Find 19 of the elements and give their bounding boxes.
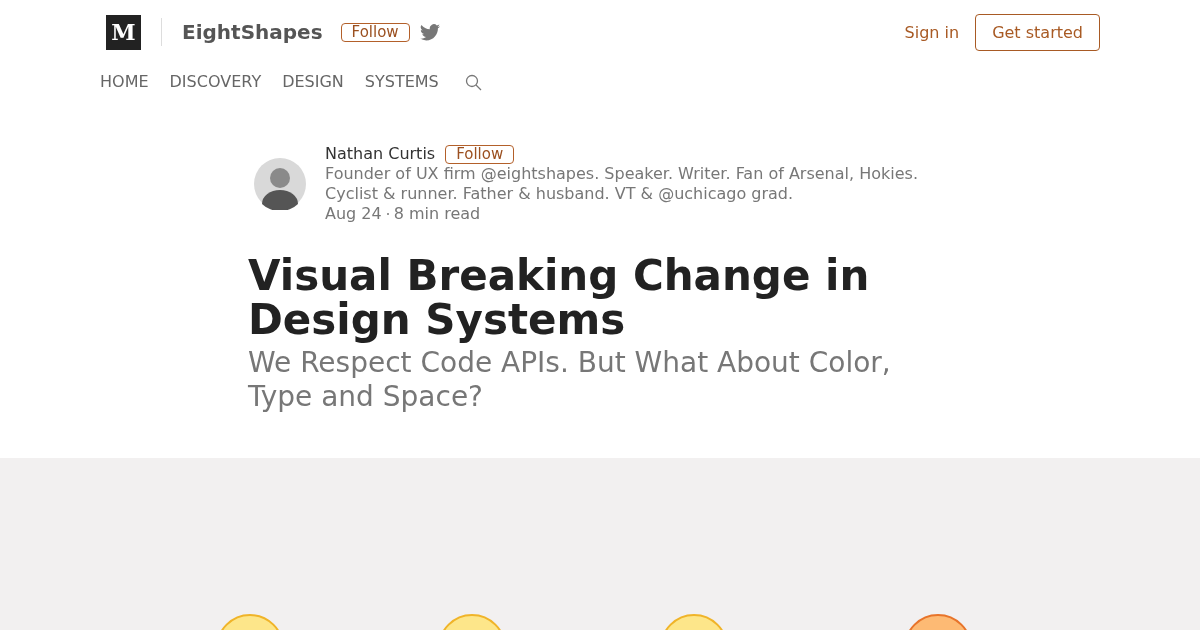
- search-icon[interactable]: [464, 73, 482, 91]
- author-bio: Founder of UX firm @eightshapes. Speaker. Writer. Fan of Arsenal, Hokies. Cyclist & runner. Father & husband. VT & @uchicago grad.: [325, 164, 919, 204]
- nav-link[interactable]: DISCOVERY: [169, 70, 262, 94]
- nav-link[interactable]: SYSTEMS: [364, 70, 439, 94]
- follow-button[interactable]: Follow: [445, 144, 515, 164]
- author-name[interactable]: Nathan Curtis: [325, 144, 436, 164]
- nav-link[interactable]: HOME: [100, 70, 149, 94]
- twitter-bird-icon[interactable]: [419, 23, 440, 41]
- publish-date: Aug 24: [325, 204, 382, 224]
- get-started-button[interactable]: Get started: [975, 14, 1100, 51]
- read-time: 8 min read: [393, 204, 481, 224]
- nav-link[interactable]: DESIGN: [282, 70, 344, 94]
- author-avatar[interactable]: [254, 158, 306, 210]
- follow-button[interactable]: Follow: [340, 22, 410, 42]
- article-subtitle: We Respect Code APIs. But What About Color, Type and Space?: [248, 346, 892, 414]
- publication-name[interactable]: EightShapes: [182, 17, 323, 47]
- article-title: Visual Breaking Change in Design Systems: [248, 254, 871, 342]
- sign-in-link[interactable]: Sign in: [904, 20, 960, 45]
- publication-logo[interactable]: M: [106, 14, 141, 50]
